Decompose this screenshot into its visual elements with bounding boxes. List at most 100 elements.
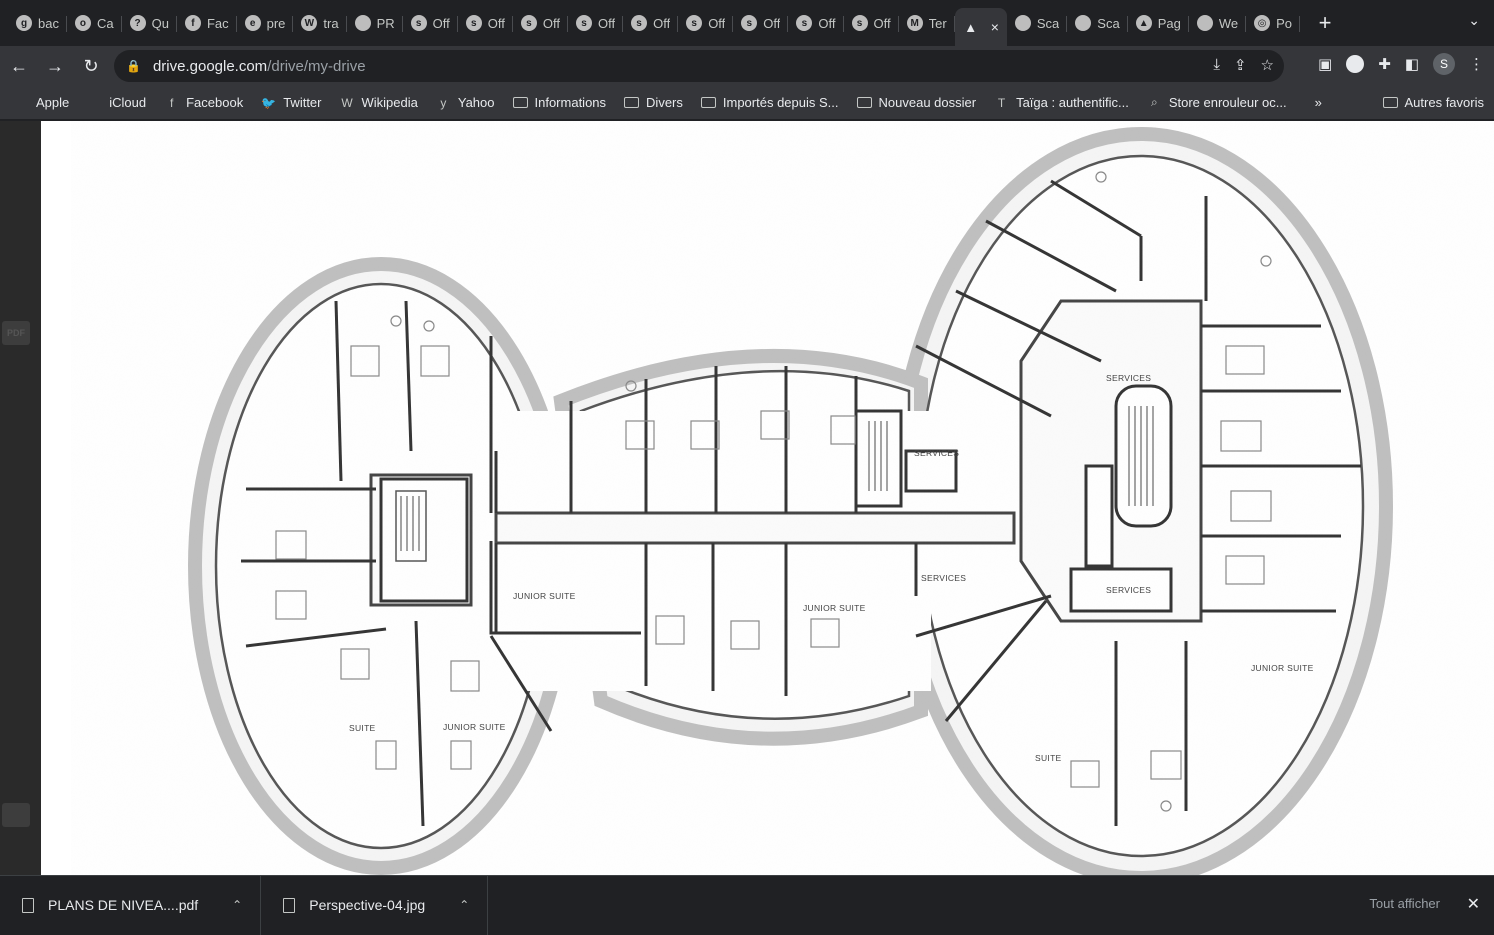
download-filename: Perspective-04.jpg bbox=[309, 897, 426, 913]
favicon-icon bbox=[1196, 15, 1213, 31]
url-path: /drive/my-drive bbox=[267, 57, 366, 75]
forward-button[interactable]: → bbox=[38, 49, 72, 83]
plan-label-junior-suite-right: JUNIOR SUITE bbox=[1251, 663, 1314, 673]
tab-14[interactable]: s Off bbox=[788, 6, 844, 40]
chevron-up-icon[interactable]: ⌃ bbox=[459, 898, 469, 912]
tab-label: Off bbox=[653, 15, 671, 31]
menu-kebab-icon[interactable]: ⋮ bbox=[1469, 55, 1484, 73]
tab-after-4[interactable]: ◎ Po bbox=[1246, 6, 1300, 40]
chevron-up-icon[interactable]: ⌃ bbox=[232, 898, 242, 912]
favicon-icon: g bbox=[16, 15, 32, 31]
pdf-badge[interactable]: PDF bbox=[2, 321, 30, 345]
floor-plan-image: SUITE JUNIOR SUITE JUNIOR SUITE JUNIOR S… bbox=[41, 121, 1494, 875]
side-panel-icon[interactable]: ◧ bbox=[1405, 55, 1419, 73]
tab-12[interactable]: s Off bbox=[678, 6, 734, 40]
tab-label: Off bbox=[708, 15, 726, 31]
tab-label: Off bbox=[873, 15, 891, 31]
download-item-jpg[interactable]: Perspective-04.jpg ⌃ bbox=[261, 875, 489, 935]
close-tab-icon[interactable]: × bbox=[991, 19, 999, 35]
tab-10[interactable]: s Off bbox=[568, 6, 624, 40]
tab-5[interactable]: Wtra bbox=[293, 6, 347, 40]
tab-label: We bbox=[1218, 15, 1239, 31]
bookmark-5[interactable]: y Yahoo bbox=[436, 95, 494, 110]
tab-label: Off bbox=[432, 15, 450, 31]
favicon-icon: s bbox=[631, 15, 648, 31]
cast-icon[interactable]: ▣ bbox=[1318, 55, 1332, 73]
extensions-puzzle-icon[interactable]: ✚ bbox=[1378, 55, 1391, 73]
tab-16[interactable]: M Ter bbox=[899, 6, 955, 40]
bookmarks-overflow-button[interactable]: » bbox=[1315, 95, 1322, 110]
other-bookmarks[interactable]: Autres favoris bbox=[1382, 95, 1484, 110]
share-icon[interactable]: ⇪ bbox=[1234, 56, 1247, 74]
bookmark-10[interactable]: T Taïga : authentific... bbox=[994, 95, 1129, 110]
tab-label: Off bbox=[763, 15, 781, 31]
bookmark-label: Taïga : authentific... bbox=[1016, 95, 1129, 110]
bookmark-6[interactable]: Informations bbox=[512, 95, 606, 110]
bookmark-4[interactable]: W Wikipedia bbox=[340, 95, 418, 110]
tab-8[interactable]: s Off bbox=[458, 6, 513, 40]
favicon-icon: s bbox=[796, 15, 813, 31]
f-icon: f bbox=[169, 95, 174, 110]
file-preview-viewer: PDF SUITE JUNIOR SUITE JUNIOR SUITE JUNI… bbox=[0, 121, 1494, 875]
show-all-downloads-button[interactable]: Tout afficher bbox=[1369, 896, 1440, 911]
tab-13[interactable]: s Off bbox=[733, 6, 789, 40]
extension-circle-icon[interactable] bbox=[1346, 55, 1365, 73]
download-filename: PLANS DE NIVEA....pdf bbox=[48, 897, 199, 913]
tab-9[interactable]: s Off bbox=[513, 6, 568, 40]
plan-label-suite-right: SUITE bbox=[1035, 753, 1062, 763]
tab-1[interactable]: o Ca bbox=[67, 6, 122, 40]
tab-active-drive[interactable]: ▲ × bbox=[954, 8, 1007, 46]
tab-4[interactable]: e pre bbox=[237, 6, 294, 40]
bookmark-label: Twitter bbox=[283, 95, 322, 110]
folder-icon bbox=[856, 97, 872, 108]
tab-6[interactable]: PR bbox=[347, 6, 403, 40]
bookmark-label: iCloud bbox=[109, 95, 147, 110]
bookmark-0[interactable]: Apple bbox=[14, 95, 69, 110]
profile-avatar[interactable]: S bbox=[1433, 53, 1455, 75]
back-button[interactable]: ← bbox=[2, 49, 36, 83]
folder-icon bbox=[624, 97, 640, 108]
download-item-pdf[interactable]: PLANS DE NIVEA....pdf ⌃ bbox=[0, 875, 262, 935]
favicon-icon: ▲ bbox=[1135, 15, 1152, 31]
bookmark-3[interactable]: 🐦 Twitter bbox=[261, 95, 321, 110]
tab-after-2[interactable]: ▲ Pag bbox=[1128, 6, 1189, 40]
favicon-icon: f bbox=[184, 15, 201, 31]
tab-label: Qu bbox=[151, 15, 169, 31]
image-thumbnail-icon[interactable] bbox=[2, 803, 30, 827]
tab-0[interactable]: g bac bbox=[8, 6, 67, 40]
install-app-icon[interactable]: ⤓ bbox=[1213, 56, 1220, 74]
plan-label-junior-suite-left-mid: JUNIOR SUITE bbox=[513, 591, 576, 601]
bookmark-2[interactable]: f Facebook bbox=[164, 95, 243, 110]
bookmark-1[interactable]: iCloud bbox=[87, 95, 146, 110]
favicon-icon: s bbox=[575, 15, 592, 31]
url-host: drive.google.com bbox=[152, 57, 268, 75]
tab-after-3[interactable]: We bbox=[1189, 6, 1247, 40]
bookmark-11[interactable]: ⌕ Store enrouleur oc... bbox=[1147, 95, 1287, 110]
address-bar[interactable]: 🔒 drive.google.com/drive/my-drive ⤓ ⇪ ☆ bbox=[114, 50, 1284, 82]
favicon-icon: s bbox=[410, 15, 427, 31]
plan-label-junior-suite-left-bottom: JUNIOR SUITE bbox=[443, 722, 506, 732]
tab-7[interactable]: s Off bbox=[403, 6, 458, 40]
bookmark-star-icon[interactable]: ☆ bbox=[1261, 56, 1274, 74]
plan-label-suite-left: SUITE bbox=[349, 723, 376, 733]
bookmark-7[interactable]: Divers bbox=[624, 95, 683, 110]
reload-button[interactable]: ↻ bbox=[74, 49, 108, 83]
tab-after-0[interactable]: Sca bbox=[1007, 6, 1068, 40]
search-icon: ⌕ bbox=[1150, 95, 1158, 109]
favicon-icon: M bbox=[906, 15, 923, 31]
tab-3[interactable]: f Fac bbox=[177, 6, 237, 40]
tab-search-chevron-icon[interactable]: ⌄ bbox=[1468, 12, 1480, 29]
T-icon: T bbox=[997, 95, 1006, 110]
tab-15[interactable]: s Off bbox=[844, 6, 899, 40]
bird-icon: 🐦 bbox=[261, 95, 277, 110]
close-downloads-bar-icon[interactable]: ✕ bbox=[1467, 894, 1480, 914]
tab-after-1[interactable]: Sca bbox=[1067, 6, 1128, 40]
bookmark-9[interactable]: Nouveau dossier bbox=[856, 95, 976, 110]
favicon-icon: o bbox=[74, 15, 91, 31]
new-tab-button[interactable]: + bbox=[1310, 8, 1340, 38]
tab-2[interactable]: ? Qu bbox=[122, 6, 177, 40]
bookmark-8[interactable]: Importés depuis S... bbox=[700, 95, 839, 110]
tab-11[interactable]: s Off bbox=[623, 6, 679, 40]
favicon-icon: s bbox=[465, 15, 482, 31]
tab-label: Off bbox=[542, 15, 560, 31]
